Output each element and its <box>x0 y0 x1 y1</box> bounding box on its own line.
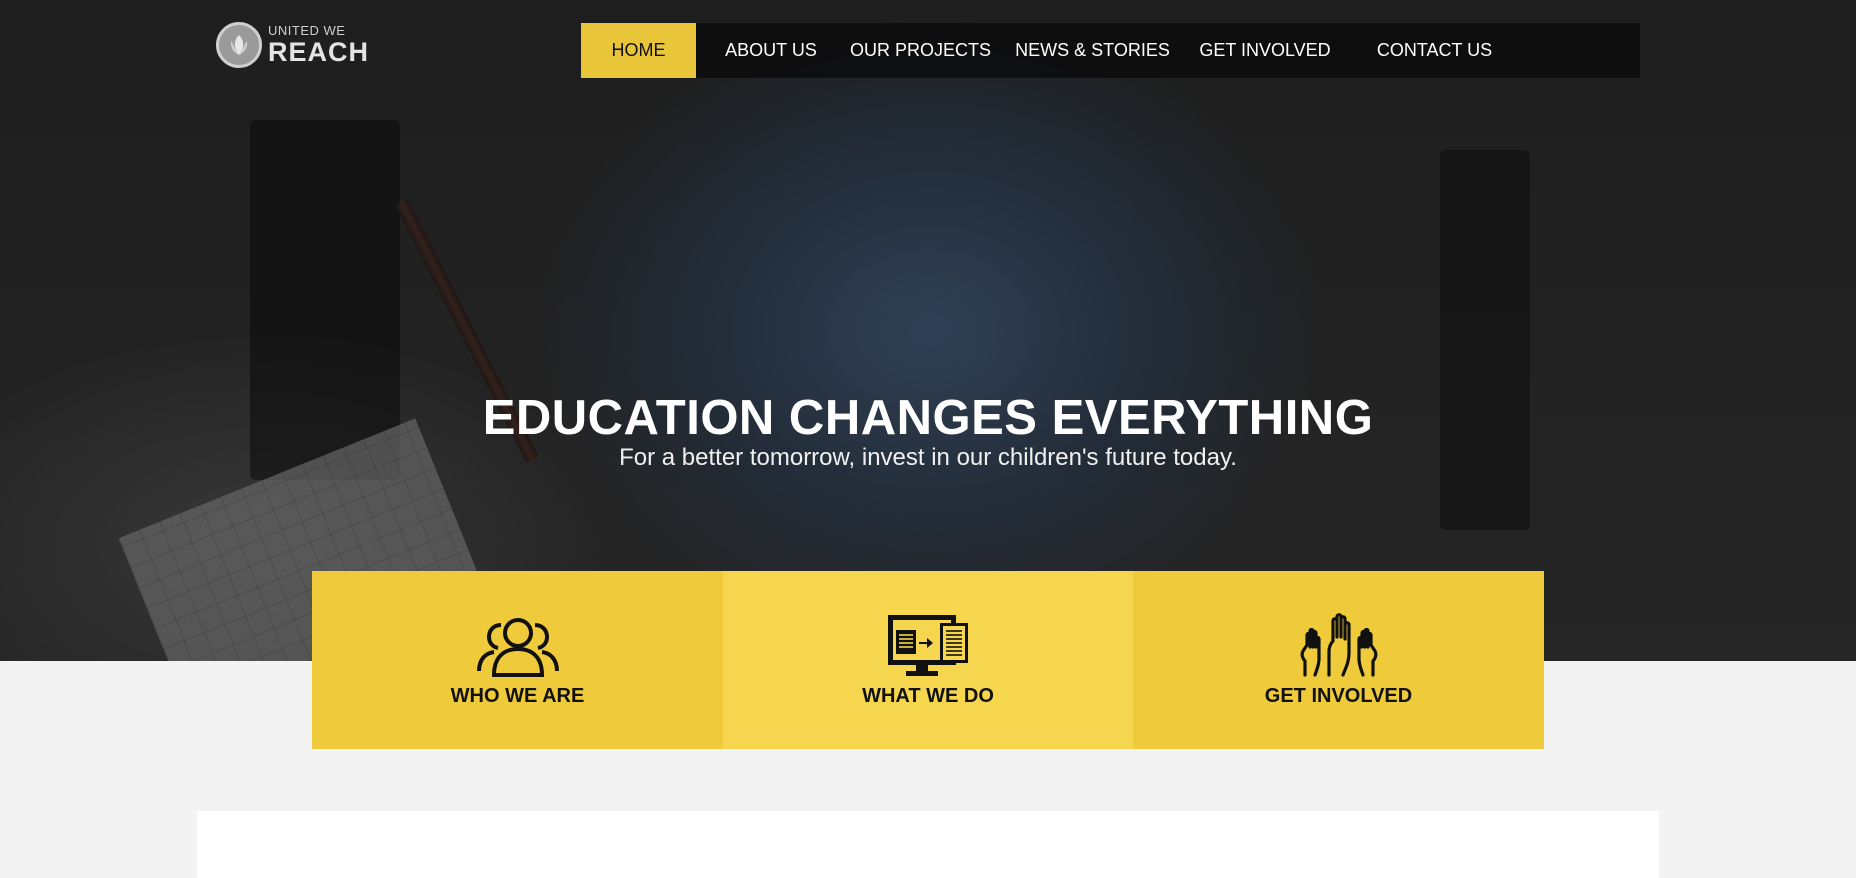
page: UNITED WE REACH HOME ABOUT US OUR PROJEC… <box>0 0 1856 878</box>
feature-boxes: WHO WE ARE WHAT WE DO GET INVOLVED <box>312 571 1544 749</box>
logo-big-text: REACH <box>268 37 370 67</box>
raised-hands-icon <box>1300 613 1377 677</box>
hero-subtitle: For a better tomorrow, invest in our chi… <box>619 444 1237 471</box>
site-logo[interactable]: UNITED WE REACH <box>216 22 369 68</box>
feature-label-who-we-are: WHO WE ARE <box>450 685 585 707</box>
hero-overlay <box>0 0 1856 661</box>
logo-small-text: UNITED WE <box>268 23 346 38</box>
feature-label-get-involved: GET INVOLVED <box>1264 685 1413 707</box>
nav-item-get-involved[interactable]: GET INVOLVED <box>1190 23 1340 78</box>
nav-item-about-us[interactable]: ABOUT US <box>696 23 846 78</box>
nav-item-our-projects[interactable]: OUR PROJECTS <box>846 23 995 78</box>
leaf-emblem-icon <box>216 22 262 68</box>
nav-item-contact-us[interactable]: CONTACT US <box>1340 23 1529 78</box>
main-navigation: HOME ABOUT US OUR PROJECTS NEWS & STORIE… <box>581 23 1640 78</box>
computer-documents-icon <box>888 615 968 676</box>
feature-what-we-do[interactable]: WHAT WE DO <box>723 571 1133 749</box>
hero-title: EDUCATION CHANGES EVERYTHING <box>482 391 1374 445</box>
people-group-icon <box>476 618 559 677</box>
nav-item-news-stories[interactable]: NEWS & STORIES <box>995 23 1190 78</box>
feature-get-involved[interactable]: GET INVOLVED <box>1133 571 1544 749</box>
content-card <box>197 811 1659 878</box>
feature-label-what-we-do: WHAT WE DO <box>862 685 994 707</box>
feature-who-we-are[interactable]: WHO WE ARE <box>312 571 723 749</box>
logo-wordmark: UNITED WE REACH <box>268 24 369 66</box>
nav-item-home[interactable]: HOME <box>581 23 696 78</box>
hero-banner: UNITED WE REACH HOME ABOUT US OUR PROJEC… <box>0 0 1856 661</box>
